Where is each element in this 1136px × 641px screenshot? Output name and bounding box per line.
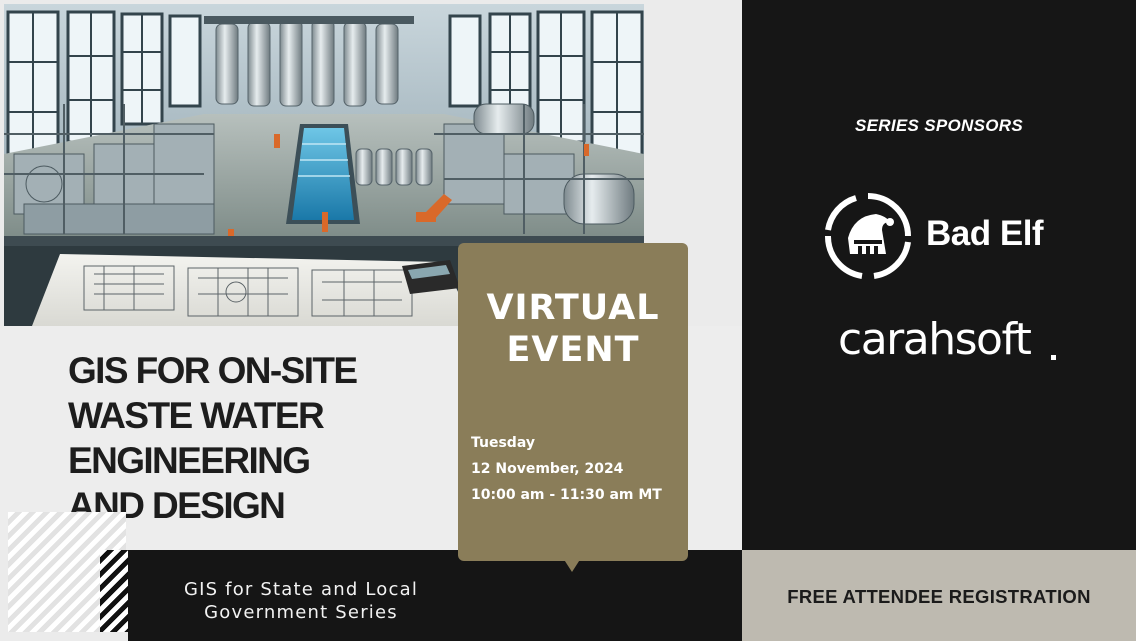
event-title-line: ENGINEERING [68,440,311,481]
series-name-line: GIS for State and Local [183,579,419,600]
series-name-line: Government Series [204,602,398,623]
bad-elf-logo: Bad Elf [824,192,1064,282]
event-card-pointer [563,558,581,572]
event-time: 10:00 am - 11:30 am MT [471,487,662,503]
event-format-line: VIRTUAL [486,288,660,328]
bad-elf-wordmark: Bad Elf [926,214,1044,253]
carahsoft-wordmark: carahsoft [838,314,1032,365]
series-name: GIS for State and Local Government Serie… [128,578,474,624]
event-format: VIRTUAL EVENT [458,287,688,371]
event-title: GIS FOR ON-SITE WASTE WATER ENGINEERING … [68,348,458,528]
sponsors-heading: SERIES SPONSORS [855,116,1023,135]
event-date: 12 November, 2024 [471,461,624,477]
event-schedule: Tuesday 12 November, 2024 10:00 am - 11:… [471,430,681,508]
event-banner: GIS FOR ON-SITE WASTE WATER ENGINEERING … [0,0,1136,641]
event-title-line: GIS FOR ON-SITE [68,350,358,391]
event-title-line: AND DESIGN [68,485,286,526]
registration-label: FREE ATTENDEE REGISTRATION [787,586,1091,607]
bad-elf-logo-icon [824,193,911,279]
decorative-stripes-dark [100,550,128,632]
event-format-line: EVENT [506,330,640,370]
carahsoft-logo-dot [1051,355,1056,360]
event-title-line: WASTE WATER [68,395,325,436]
event-day: Tuesday [471,435,535,451]
